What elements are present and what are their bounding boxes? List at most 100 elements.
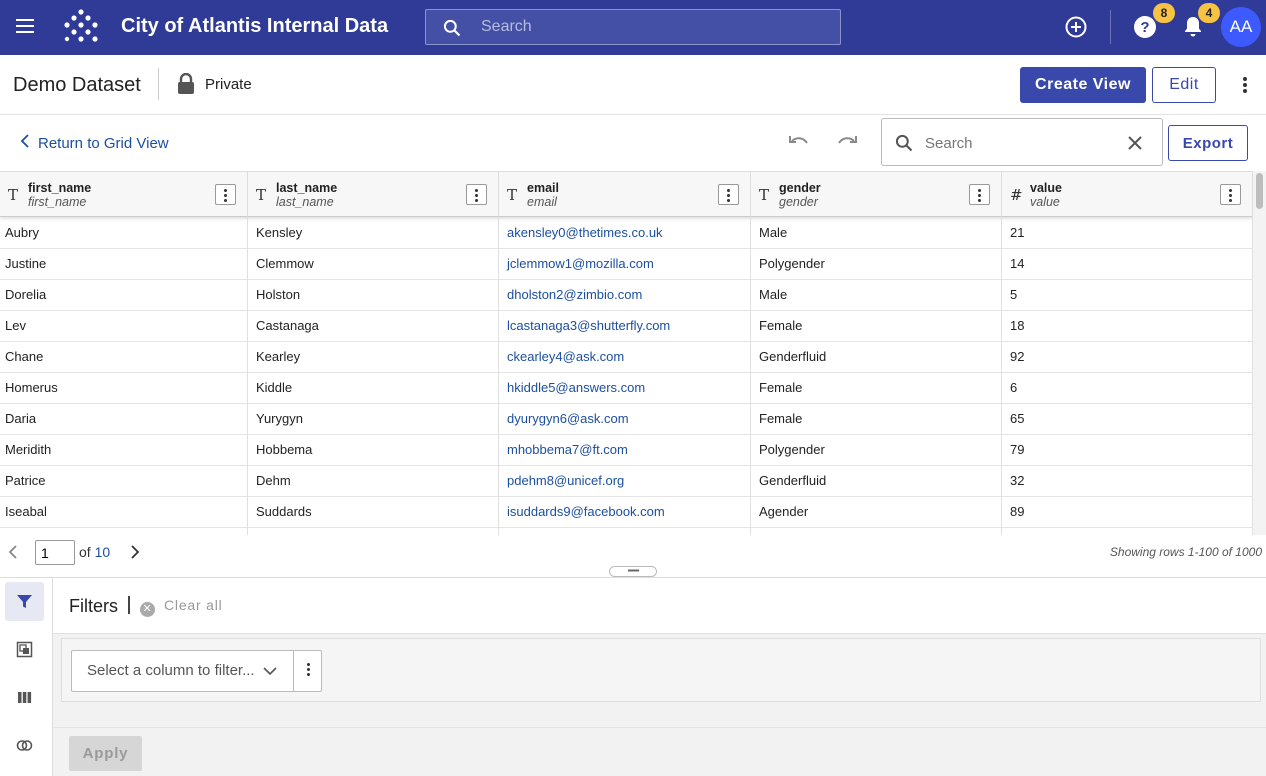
last-name-cell[interactable]: Hobbema: [248, 435, 499, 466]
columns-tab[interactable]: [5, 678, 44, 717]
first-name-cell[interactable]: Justine: [0, 249, 248, 280]
column-menu-icon[interactable]: [718, 184, 739, 205]
page-number-input[interactable]: [35, 540, 75, 565]
gender-cell[interactable]: Genderfluid: [751, 342, 1002, 373]
gender-cell[interactable]: Polygender: [751, 435, 1002, 466]
table-row[interactable]: Dorelia Holston dholston2@zimbio.com Male 5: [0, 280, 1253, 311]
grid-scrollbar[interactable]: [1253, 171, 1266, 535]
email-cell[interactable]: isuddards9@facebook.com: [499, 497, 751, 528]
email-cell[interactable]: akensley0@thetimes.co.uk: [499, 218, 751, 249]
value-cell[interactable]: 89: [1002, 497, 1253, 528]
scrollbar-thumb[interactable]: [1256, 173, 1263, 209]
email-cell[interactable]: pdehm8@unicef.org: [499, 466, 751, 497]
gender-cell[interactable]: Male: [751, 218, 1002, 249]
gender-cell[interactable]: Female: [751, 404, 1002, 435]
add-circle-icon[interactable]: [1064, 15, 1088, 39]
global-search[interactable]: [425, 9, 841, 45]
last-name-cell[interactable]: Kearley: [248, 342, 499, 373]
column-menu-icon[interactable]: [466, 184, 487, 205]
value-cell[interactable]: 92: [1002, 342, 1253, 373]
table-row[interactable]: [0, 528, 1253, 535]
table-row[interactable]: Chane Kearley ckearley4@ask.com Genderfluid…: [0, 342, 1253, 373]
value-cell[interactable]: 5: [1002, 280, 1253, 311]
first-name-cell[interactable]: Aubry: [0, 218, 248, 249]
value-cell[interactable]: 6: [1002, 373, 1253, 404]
value-cell[interactable]: [1002, 528, 1253, 535]
table-row[interactable]: Homerus Kiddle hkiddle5@answers.com Female 6: [0, 373, 1253, 404]
first-name-cell[interactable]: Patrice: [0, 466, 248, 497]
edit-button[interactable]: Edit: [1152, 67, 1216, 103]
apply-button[interactable]: Apply: [69, 736, 142, 771]
chevron-right-icon[interactable]: [130, 544, 140, 560]
first-name-cell[interactable]: Meridith: [0, 435, 248, 466]
close-icon[interactable]: [1127, 135, 1143, 151]
table-row[interactable]: Patrice Dehm pdehm8@unicef.org Genderfluid 3…: [0, 466, 1253, 497]
last-name-cell[interactable]: Holston: [248, 280, 499, 311]
grid-search-input[interactable]: [925, 133, 1115, 153]
gender-cell[interactable]: Female: [751, 311, 1002, 342]
value-cell[interactable]: 65: [1002, 404, 1253, 435]
last-name-cell[interactable]: Suddards: [248, 497, 499, 528]
first-name-cell[interactable]: Homerus: [0, 373, 248, 404]
column-menu-icon[interactable]: [1220, 184, 1241, 205]
email-cell[interactable]: lcastanaga3@shutterfly.com: [499, 311, 751, 342]
email-cell[interactable]: ckearley4@ask.com: [499, 342, 751, 373]
column-filter-select[interactable]: Select a column to filter...: [71, 650, 294, 692]
first-name-cell[interactable]: Lev: [0, 311, 248, 342]
last-name-cell[interactable]: Kiddle: [248, 373, 499, 404]
clear-all-button[interactable]: ✕ Clear all: [140, 597, 223, 617]
create-view-button[interactable]: Create View: [1020, 67, 1146, 103]
value-cell[interactable]: 21: [1002, 218, 1253, 249]
last-name-cell[interactable]: Castanaga: [248, 311, 499, 342]
value-cell[interactable]: 79: [1002, 435, 1253, 466]
panel-resize-handle[interactable]: ▪▪▪▪▪▪: [609, 566, 657, 577]
email-cell[interactable]: hkiddle5@answers.com: [499, 373, 751, 404]
first-name-cell[interactable]: [0, 528, 248, 535]
global-search-input[interactable]: [481, 16, 821, 38]
email-cell[interactable]: [499, 528, 751, 535]
last-name-cell[interactable]: Clemmow: [248, 249, 499, 280]
gender-cell[interactable]: Genderfluid: [751, 466, 1002, 497]
email-cell[interactable]: jclemmow1@mozilla.com: [499, 249, 751, 280]
redo-icon[interactable]: [835, 132, 859, 152]
column-menu-icon[interactable]: [215, 184, 236, 205]
last-name-cell[interactable]: Kensley: [248, 218, 499, 249]
table-row[interactable]: Daria Yurygyn dyurygyn6@ask.com Female 65: [0, 404, 1253, 435]
first-name-cell[interactable]: Iseabal: [0, 497, 248, 528]
value-cell[interactable]: 14: [1002, 249, 1253, 280]
help-icon[interactable]: ?: [1133, 15, 1157, 39]
column-header-email[interactable]: T email email: [499, 172, 751, 218]
chevron-left-icon[interactable]: [8, 544, 18, 560]
table-row[interactable]: Meridith Hobbema mhobbema7@ft.com Polygende…: [0, 435, 1253, 466]
last-name-cell[interactable]: Yurygyn: [248, 404, 499, 435]
column-header-gender[interactable]: T gender gender: [751, 172, 1002, 218]
export-button[interactable]: Export: [1168, 125, 1248, 161]
email-cell[interactable]: dholston2@zimbio.com: [499, 280, 751, 311]
email-cell[interactable]: mhobbema7@ft.com: [499, 435, 751, 466]
gender-cell[interactable]: Polygender: [751, 249, 1002, 280]
table-row[interactable]: Justine Clemmow jclemmow1@mozilla.com Polyg…: [0, 249, 1253, 280]
hamburger-menu-icon[interactable]: [12, 15, 38, 41]
join-tab[interactable]: [5, 726, 44, 765]
first-name-cell[interactable]: Dorelia: [0, 280, 248, 311]
value-cell[interactable]: 18: [1002, 311, 1253, 342]
filter-options-button[interactable]: [293, 650, 322, 692]
column-menu-icon[interactable]: [969, 184, 990, 205]
return-to-grid-link[interactable]: Return to Grid View: [20, 134, 169, 152]
table-row[interactable]: Aubry Kensley akensley0@thetimes.co.uk Male…: [0, 218, 1253, 249]
column-header-value[interactable]: # value value: [1002, 172, 1253, 218]
gender-cell[interactable]: [751, 528, 1002, 535]
filter-tab[interactable]: [5, 582, 44, 621]
table-row[interactable]: Lev Castanaga lcastanaga3@shutterfly.com Fe…: [0, 311, 1253, 342]
column-header-first-name[interactable]: T first_name first_name: [0, 172, 248, 218]
gender-cell[interactable]: Agender: [751, 497, 1002, 528]
last-name-cell[interactable]: [248, 528, 499, 535]
gender-cell[interactable]: Male: [751, 280, 1002, 311]
table-row[interactable]: Iseabal Suddards isuddards9@facebook.com Ag…: [0, 497, 1253, 528]
value-cell[interactable]: 32: [1002, 466, 1253, 497]
gender-cell[interactable]: Female: [751, 373, 1002, 404]
column-header-last-name[interactable]: T last_name last_name: [248, 172, 499, 218]
first-name-cell[interactable]: Chane: [0, 342, 248, 373]
more-options-icon[interactable]: [1235, 75, 1255, 95]
email-cell[interactable]: dyurygyn6@ask.com: [499, 404, 751, 435]
